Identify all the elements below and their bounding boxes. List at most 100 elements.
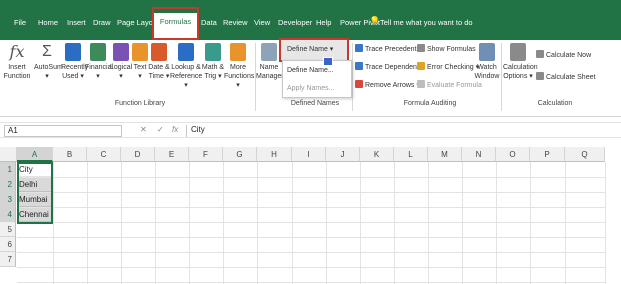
grid-row-line (17, 252, 605, 253)
watch-window-icon (479, 43, 495, 61)
tab-developer[interactable]: Developer (278, 16, 312, 29)
column-header[interactable]: I (292, 147, 326, 162)
tab-formulas[interactable]: Formulas (154, 13, 197, 40)
group-label-function-library: Function Library (114, 100, 166, 107)
lightbulb-icon: 💡 (369, 16, 381, 26)
row-header[interactable]: 3 (0, 192, 16, 207)
grid-row-line (17, 282, 605, 283)
column-header[interactable]: K (360, 147, 394, 162)
column-header[interactable]: B (53, 147, 87, 162)
grid-column-line (292, 162, 293, 284)
tab-file[interactable]: File (14, 16, 26, 29)
row-header[interactable]: 4 (0, 207, 16, 222)
logical-button[interactable]: Logical ▾ (110, 43, 132, 81)
theta-book-icon (205, 43, 221, 61)
sigma-icon: Σ (42, 43, 52, 60)
column-header[interactable]: A (17, 147, 53, 162)
menu-item-apply-names[interactable]: Apply Names... (287, 85, 334, 92)
name-tag-icon (261, 43, 277, 61)
column-header[interactable]: H (257, 147, 292, 162)
column-header[interactable]: G (223, 147, 257, 162)
column-header[interactable]: O (496, 147, 530, 162)
grid-column-line (223, 162, 224, 284)
tab-home[interactable]: Home (38, 16, 58, 29)
cancel-icon[interactable]: ✕ (140, 125, 147, 134)
row-header[interactable]: 1 (0, 162, 16, 177)
enter-icon[interactable]: ✓ (157, 125, 164, 134)
trace-dependents-button[interactable]: Trace Dependents (355, 62, 422, 73)
row-header[interactable]: 2 (0, 177, 16, 192)
autosum-button[interactable]: Σ AutoSum ▾ (34, 43, 63, 81)
error-checking-button[interactable]: Error Checking ▾ (417, 62, 479, 73)
column-header[interactable]: L (394, 147, 428, 162)
tell-me-search[interactable]: Tell me what you want to do (380, 16, 473, 29)
grid-column-line (121, 162, 122, 284)
star-icon (65, 43, 81, 61)
date-time-button[interactable]: Date & Time ▾ (148, 43, 170, 81)
grid-column-line (530, 162, 531, 284)
column-header[interactable]: J (326, 147, 360, 162)
worksheet-grid[interactable]: A B C D E F G H I J K L M N O P Q 1 2 3 … (0, 147, 621, 284)
column-header[interactable]: E (155, 147, 189, 162)
column-header[interactable]: M (428, 147, 462, 162)
column-header[interactable]: N (462, 147, 496, 162)
text-button[interactable]: Text ▾ (132, 43, 148, 81)
lookup-reference-button[interactable]: Lookup & Reference ▾ (170, 43, 202, 90)
grid-row-line (17, 207, 605, 208)
tab-review[interactable]: Review (223, 16, 248, 29)
cell-a2[interactable]: Delhi (17, 177, 53, 192)
column-header[interactable]: F (189, 147, 223, 162)
name-box[interactable]: A1 (4, 125, 122, 137)
grid-row-line (17, 222, 605, 223)
column-header[interactable]: C (87, 147, 121, 162)
calculate-now-button[interactable]: Calculate Now (536, 50, 591, 61)
tab-data[interactable]: Data (201, 16, 217, 29)
menu-item-define-name[interactable]: Define Name... (287, 67, 334, 74)
group-label-formula-auditing: Formula Auditing (403, 100, 457, 107)
cell-a4[interactable]: Chennai (17, 207, 53, 222)
calculation-options-button[interactable]: Calculation Options ▾ (503, 43, 538, 81)
tab-draw[interactable]: Draw (93, 16, 111, 29)
row-header[interactable]: 6 (0, 237, 16, 252)
column-header[interactable]: P (530, 147, 565, 162)
formula-bar: A1 ✕ ✓ fx City (0, 122, 621, 138)
formula-input[interactable]: City (186, 125, 616, 137)
ribbon-tab-bar: File Home Insert Draw Page Layout Formul… (0, 0, 621, 40)
calculate-sheet-button[interactable]: Calculate Sheet (536, 72, 595, 83)
grid-row-line (17, 177, 605, 178)
cell-a1[interactable]: City (17, 162, 53, 177)
group-divider (501, 43, 502, 111)
tab-insert[interactable]: Insert (67, 16, 86, 29)
question-book-icon (113, 43, 129, 61)
fx-icon: fx (9, 42, 25, 61)
trace-precedents-button[interactable]: Trace Precedents (355, 44, 420, 55)
grid-column-line (155, 162, 156, 284)
row-header[interactable]: 5 (0, 222, 16, 237)
more-book-icon (230, 43, 246, 61)
tab-help[interactable]: Help (316, 16, 331, 29)
column-header[interactable]: D (121, 147, 155, 162)
trace-precedents-icon (355, 44, 363, 52)
insert-function-button[interactable]: fx Insert Function (3, 43, 31, 81)
evaluate-formula-button[interactable]: Evaluate Formula (417, 80, 482, 91)
select-all-corner[interactable] (0, 147, 17, 162)
more-functions-button[interactable]: More Functions ▾ (224, 43, 254, 90)
watch-window-button[interactable]: Watch Window (474, 43, 500, 81)
cell-a3[interactable]: Mumbai (17, 192, 53, 207)
financial-button[interactable]: Financial ▾ (85, 43, 113, 81)
grid-column-line (605, 162, 606, 284)
tab-page-layout[interactable]: Page Layout (117, 16, 159, 29)
tab-view[interactable]: View (254, 16, 270, 29)
remove-arrows-button[interactable]: Remove Arrows ▾ (355, 80, 420, 91)
grid-column-line (87, 162, 88, 284)
recently-used-button[interactable]: Recently Used ▾ (61, 43, 88, 81)
group-label-calculation: Calculation (537, 100, 573, 107)
show-formulas-button[interactable]: Show Formulas (417, 44, 476, 55)
clock-book-icon (151, 43, 167, 61)
math-trig-button[interactable]: Math & Trig ▾ (201, 43, 225, 81)
row-header[interactable]: 7 (0, 252, 16, 267)
evaluate-formula-icon (417, 80, 425, 88)
column-header[interactable]: Q (565, 147, 605, 162)
define-name-button[interactable]: Define Name ▾ (279, 38, 349, 62)
insert-function-icon[interactable]: fx (172, 125, 178, 134)
